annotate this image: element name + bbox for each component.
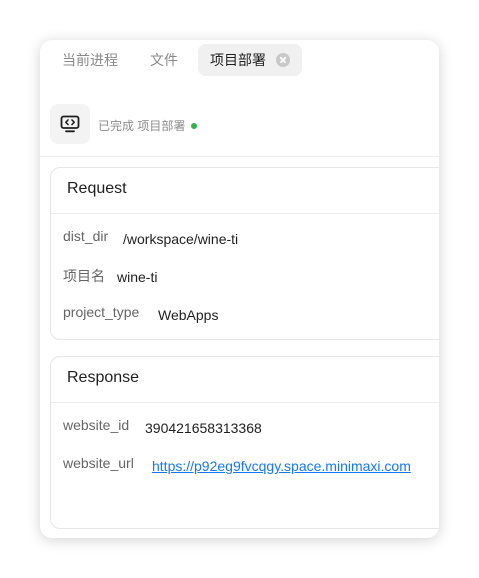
website-url-link[interactable]: https://p92eg9fvcqgy.space.minimaxi.com xyxy=(152,458,411,474)
field-value: WebApps xyxy=(158,307,219,323)
field-key: website_id xyxy=(63,417,130,433)
card-divider xyxy=(51,213,439,214)
close-icon[interactable] xyxy=(276,53,290,67)
request-title: Request xyxy=(67,180,127,197)
field-value: 390421658313368 xyxy=(145,420,262,436)
divider xyxy=(40,156,439,157)
status-dot xyxy=(191,122,198,129)
status-label: 已完成 项目部署 xyxy=(98,119,186,133)
tab-files[interactable]: 文件 xyxy=(150,44,178,76)
tab-project-deploy-label: 项目部署 xyxy=(210,52,266,68)
status-text: 已完成 项目部署 xyxy=(98,117,198,134)
tab-bar: 当前进程 文件 项目部署 xyxy=(40,40,439,84)
field-key: dist_dir xyxy=(63,228,109,244)
request-card: Request dist_dir /workspace/wine-ti 项目名 … xyxy=(50,167,439,340)
tab-project-deploy[interactable]: 项目部署 xyxy=(198,44,302,76)
deploy-panel: 当前进程 文件 项目部署 已完成 项目部署 Request dist_dir /… xyxy=(40,40,439,538)
field-key: website_url xyxy=(63,455,134,471)
response-card: Response website_id 390421658313368 webs… xyxy=(50,356,439,529)
field-key: project_type xyxy=(63,304,140,320)
field-value: wine-ti xyxy=(117,269,158,285)
response-title: Response xyxy=(67,369,140,386)
field-value: /workspace/wine-ti xyxy=(123,231,239,247)
card-divider xyxy=(51,402,439,403)
code-screen-icon xyxy=(50,104,90,144)
tab-current-process[interactable]: 当前进程 xyxy=(62,44,118,76)
field-key: 项目名 xyxy=(63,268,105,284)
status-row: 已完成 项目部署 xyxy=(50,104,430,144)
